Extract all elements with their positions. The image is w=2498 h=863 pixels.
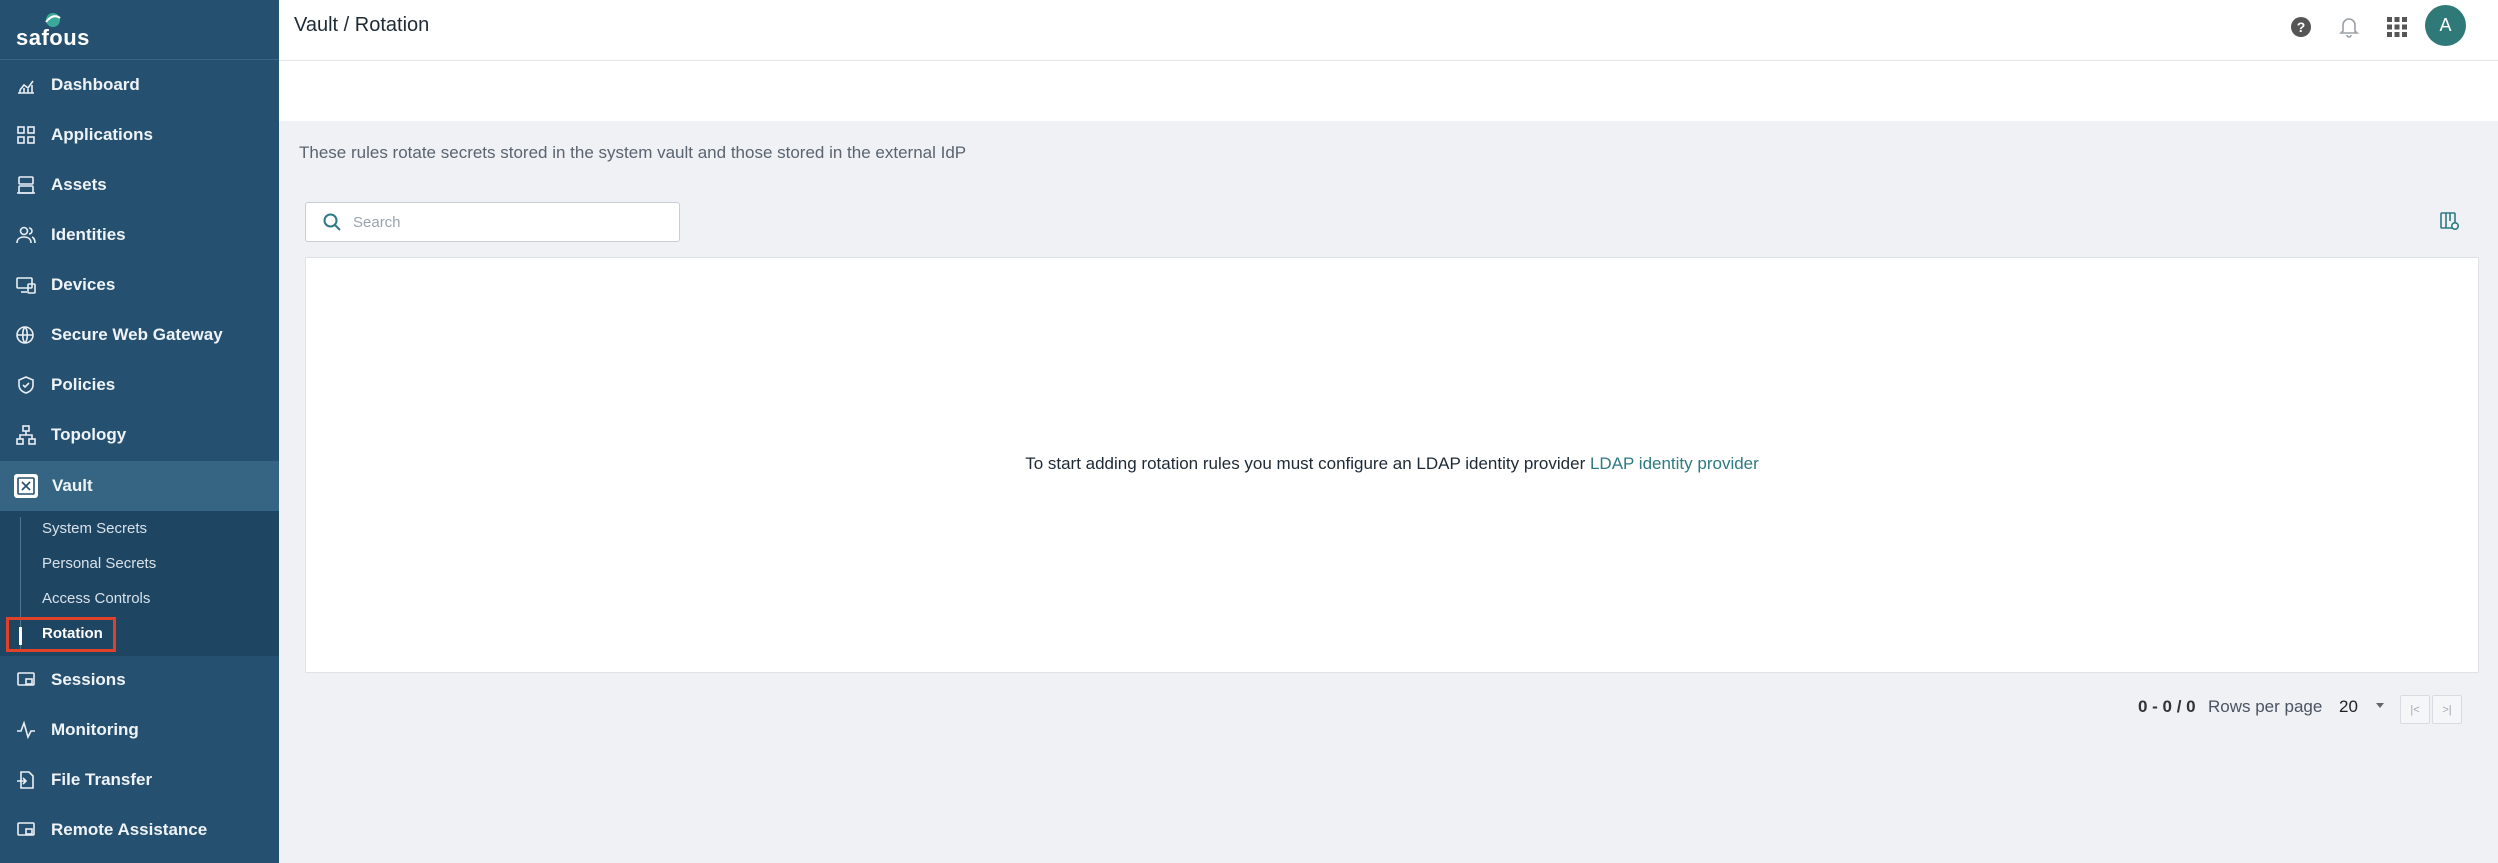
pulse-icon bbox=[15, 719, 37, 741]
rows-per-page-label: Rows per page bbox=[2208, 697, 2323, 716]
chevron-down-icon[interactable] bbox=[2376, 703, 2384, 708]
globe-shield-icon bbox=[15, 324, 37, 346]
sidebar-item-label: File Transfer bbox=[51, 770, 153, 789]
sidebar-item-file-transfer[interactable]: File Transfer bbox=[0, 755, 279, 805]
sidebar-item-label: Vault bbox=[52, 476, 93, 495]
submenu-item-access-controls[interactable]: Access Controls bbox=[42, 590, 150, 607]
logo: safous bbox=[0, 0, 279, 60]
sidebar-item-monitoring[interactable]: Monitoring bbox=[0, 705, 279, 755]
sidebar-item-policies[interactable]: Policies bbox=[0, 360, 279, 410]
sidebar-item-label: Secure Web Gateway bbox=[51, 325, 223, 344]
topology-icon bbox=[15, 424, 37, 446]
sidebar-item-remote-assistance[interactable]: Remote Assistance bbox=[0, 805, 279, 855]
search-input[interactable] bbox=[353, 213, 653, 231]
sidebar-item-applications[interactable]: Applications bbox=[0, 110, 279, 160]
column-settings-icon[interactable] bbox=[2439, 210, 2461, 232]
remote-icon bbox=[15, 819, 37, 841]
search-box bbox=[305, 202, 680, 242]
ldap-provider-link[interactable]: LDAP identity provider bbox=[1590, 454, 1759, 473]
submenu-item-system-secrets[interactable]: System Secrets bbox=[42, 520, 147, 537]
sidebar-item-vault[interactable]: Vault bbox=[0, 461, 279, 511]
chart-icon bbox=[15, 74, 37, 96]
search-icon bbox=[323, 213, 341, 231]
sidebar-item-label: Topology bbox=[51, 425, 127, 444]
shield-icon bbox=[15, 374, 37, 396]
page-description: These rules rotate secrets stored in the… bbox=[299, 143, 967, 162]
file-transfer-icon bbox=[15, 769, 37, 791]
sidebar: safous Dashboard Applications Assets Ide… bbox=[0, 0, 279, 863]
empty-state-text: To start adding rotation rules you must … bbox=[1025, 454, 1586, 473]
svg-text:?: ? bbox=[2297, 19, 2306, 35]
sidebar-item-label: Assets bbox=[51, 175, 107, 194]
submenu-item-personal-secrets[interactable]: Personal Secrets bbox=[42, 555, 156, 572]
server-icon bbox=[15, 174, 37, 196]
sidebar-item-devices[interactable]: Devices bbox=[0, 260, 279, 310]
rules-table-panel: To start adding rotation rules you must … bbox=[305, 257, 2479, 673]
sidebar-item-label: Monitoring bbox=[51, 720, 139, 739]
empty-state-message: To start adding rotation rules you must … bbox=[306, 454, 2478, 474]
sidebar-item-label: Sessions bbox=[51, 670, 126, 689]
apps-grid-icon[interactable] bbox=[2384, 14, 2410, 40]
sidebar-item-sessions[interactable]: Sessions bbox=[0, 655, 279, 705]
vault-icon bbox=[14, 474, 38, 498]
sidebar-item-secure-web-gateway[interactable]: Secure Web Gateway bbox=[0, 310, 279, 360]
logo-text: safous bbox=[16, 24, 90, 50]
sidebar-item-label: Identities bbox=[51, 225, 126, 244]
sidebar-item-label: Dashboard bbox=[51, 75, 140, 94]
sidebar-item-label: Policies bbox=[51, 375, 116, 394]
top-header: Vault / Rotation ? A bbox=[279, 0, 2498, 61]
breadcrumb: Vault / Rotation bbox=[294, 14, 430, 36]
sidebar-item-assets[interactable]: Assets bbox=[0, 160, 279, 210]
sidebar-item-identities[interactable]: Identities bbox=[0, 210, 279, 260]
sidebar-item-label: Applications bbox=[51, 125, 154, 144]
first-page-button[interactable]: |< bbox=[2400, 695, 2430, 724]
devices-icon bbox=[15, 274, 37, 296]
sidebar-item-label: Remote Assistance bbox=[51, 820, 208, 839]
sessions-icon bbox=[15, 669, 37, 691]
rows-per-page-select[interactable]: 20 bbox=[2339, 697, 2358, 717]
sidebar-item-label: Devices bbox=[51, 275, 116, 294]
sidebar-item-dashboard[interactable]: Dashboard bbox=[0, 60, 279, 110]
title-band bbox=[279, 61, 2498, 121]
sidebar-item-topology[interactable]: Topology bbox=[0, 410, 279, 460]
users-icon bbox=[15, 224, 37, 246]
avatar[interactable]: A bbox=[2425, 5, 2466, 46]
last-page-button[interactable]: >| bbox=[2432, 695, 2462, 724]
highlight-box bbox=[6, 617, 116, 652]
bell-icon[interactable] bbox=[2336, 14, 2362, 40]
help-icon[interactable]: ? bbox=[2288, 14, 2314, 40]
grid-icon bbox=[15, 124, 37, 146]
pagination-range: 0 - 0 / 0 bbox=[2138, 697, 2196, 716]
